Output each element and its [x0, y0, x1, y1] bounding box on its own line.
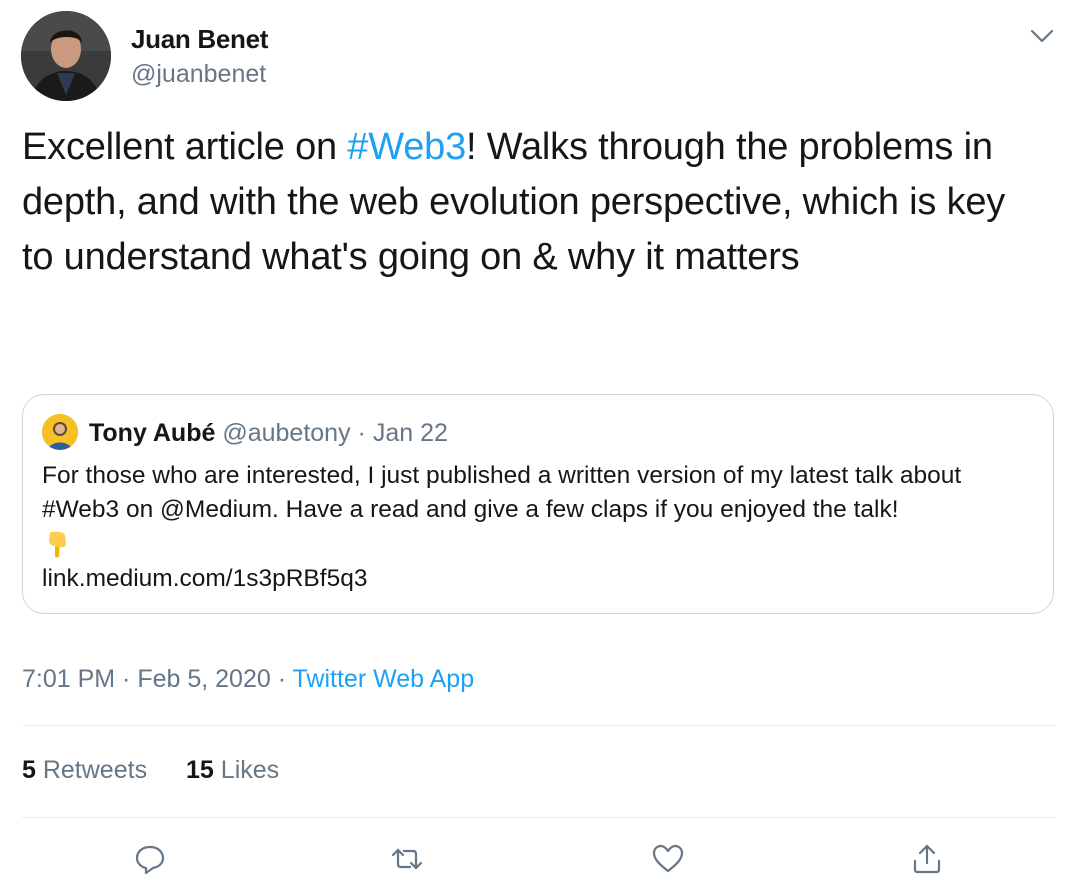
chevron-down-icon[interactable] — [1028, 24, 1056, 48]
retweets-count: 5 — [22, 756, 36, 784]
meta-separator: · — [115, 665, 138, 693]
heart-icon[interactable] — [651, 842, 685, 876]
tweet-text-before: Excellent article on — [22, 126, 348, 168]
quoted-date: Jan 22 — [372, 419, 448, 447]
retweets-label: Retweets — [35, 756, 148, 784]
retweet-icon[interactable] — [390, 842, 424, 876]
author-name[interactable]: Juan Benet — [131, 24, 268, 55]
tweet-meta: 7:01 PM · Feb 5, 2020 · Twitter Web App — [22, 665, 474, 694]
quoted-author-name: Tony Aubé — [89, 419, 216, 447]
tweet-stats: 5 Retweets 15 Likes — [22, 756, 279, 785]
pointing-down-emoji-icon — [49, 531, 66, 558]
author-avatar-image — [21, 11, 111, 101]
tweet-source-link[interactable]: Twitter Web App — [293, 665, 475, 693]
divider — [22, 725, 1056, 726]
quoted-author-avatar — [42, 414, 78, 450]
quoted-tweet-link[interactable]: link.medium.com/1s3pRBf5q3 — [42, 565, 367, 593]
quoted-separator: · — [350, 419, 373, 447]
share-icon[interactable] — [910, 842, 944, 876]
quoted-author-handle: @aubetony — [222, 419, 351, 447]
quoted-tweet-header: Tony Aubé @aubetony · Jan 22 — [89, 419, 448, 448]
meta-separator: · — [270, 665, 293, 693]
tweet-hashtag-link[interactable]: #Web3 — [347, 126, 466, 168]
author-handle[interactable]: @juanbenet — [131, 60, 266, 89]
quoted-tweet-body: For those who are interested, I just pub… — [42, 459, 1042, 559]
tweet-text: Excellent article on #Web3! Walks throug… — [22, 120, 1032, 285]
tweet-time[interactable]: 7:01 PM — [22, 665, 115, 693]
quoted-author-avatar-image — [42, 414, 78, 450]
tweet-date[interactable]: Feb 5, 2020 — [137, 665, 270, 693]
likes-stat[interactable]: 15 Likes — [186, 756, 279, 784]
quoted-tweet-text: For those who are interested, I just pub… — [42, 462, 962, 523]
likes-count: 15 — [186, 756, 214, 784]
likes-label: Likes — [213, 756, 280, 784]
author-avatar[interactable] — [21, 11, 111, 101]
retweets-stat[interactable]: 5 Retweets — [22, 756, 147, 784]
reply-icon[interactable] — [133, 842, 167, 876]
quoted-tweet-card[interactable]: Tony Aubé @aubetony · Jan 22 For those w… — [22, 394, 1054, 614]
divider — [22, 817, 1056, 818]
